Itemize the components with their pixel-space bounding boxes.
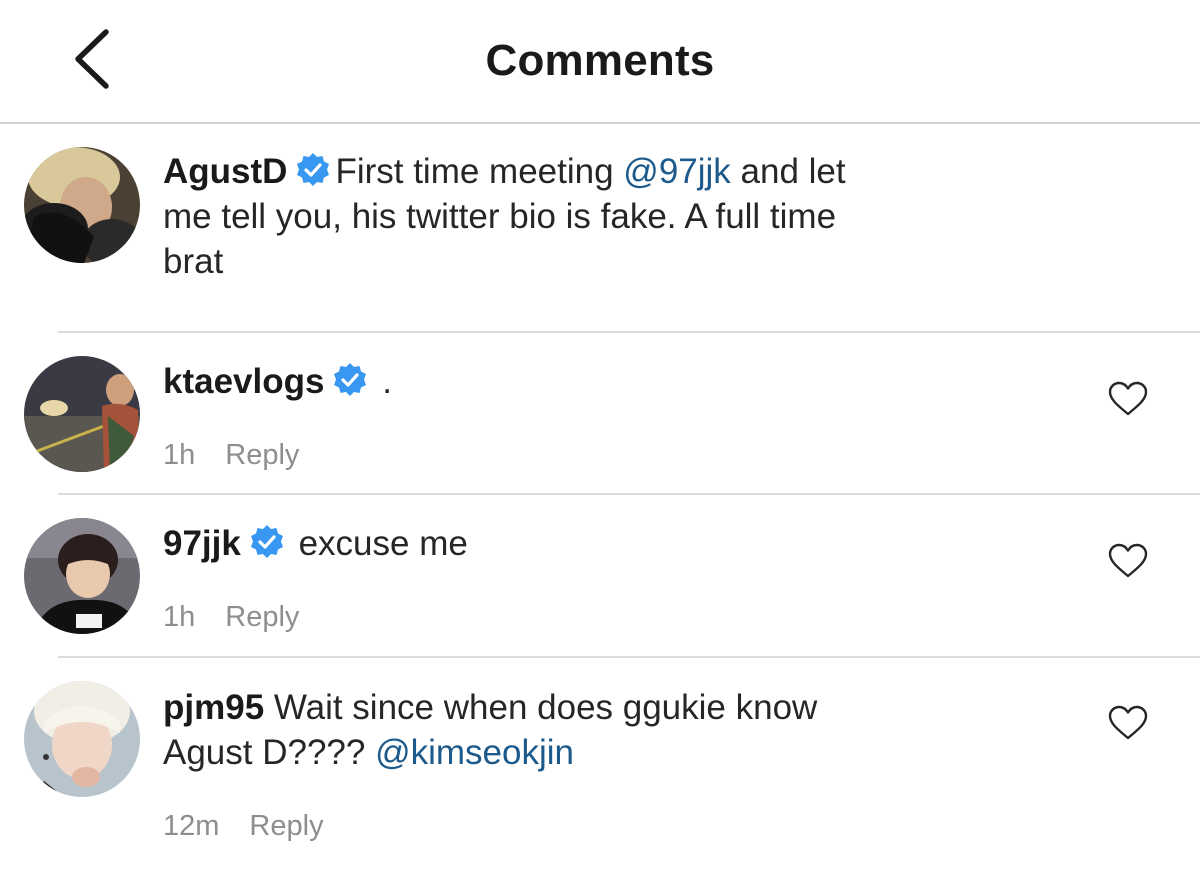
mention-kimseokjin[interactable]: @kimseokjin (375, 733, 574, 772)
verified-badge-icon (332, 362, 368, 398)
comment-text: 97jjk excuse me (163, 521, 1043, 566)
avatar-agustd[interactable] (24, 147, 140, 263)
verified-badge-icon (249, 524, 285, 560)
comment-item: 97jjk excuse me 1h Reply (0, 517, 1200, 647)
comment-item: pjm95 Wait since when does ggukie know A… (0, 681, 1200, 861)
reply-button[interactable]: Reply (225, 601, 299, 633)
mention-97jjk[interactable]: @97jjk (623, 152, 731, 191)
comment-item: ktaevlogs . 1h Reply (0, 355, 1200, 485)
username-97jjk[interactable]: 97jjk (163, 524, 241, 563)
heart-outline-icon (1108, 381, 1148, 416)
divider (58, 331, 1200, 333)
comment-text: ktaevlogs . (163, 359, 1043, 404)
comment-time: 1h (163, 601, 196, 633)
comment-time: 1h (163, 439, 196, 471)
comment-body: excuse me (298, 524, 468, 563)
comment-meta: 12m Reply (163, 810, 324, 843)
heart-outline-icon (1108, 543, 1148, 578)
like-button[interactable] (1108, 543, 1148, 579)
comment-meta: 1h Reply (163, 439, 299, 472)
username-agustd[interactable]: AgustD (163, 152, 287, 191)
comment-text: pjm95 Wait since when does ggukie know A… (163, 685, 863, 775)
verified-badge-icon (295, 152, 331, 188)
username-pjm95[interactable]: pjm95 (163, 688, 264, 727)
avatar-97jjk[interactable] (24, 518, 140, 634)
comment-body: . (382, 362, 392, 401)
divider (58, 493, 1200, 495)
caption-comment: AgustD First time meeting @97jjk and let … (0, 145, 1200, 325)
caption-body-start: First time meeting (335, 152, 624, 191)
comment-meta: 1h Reply (163, 601, 299, 634)
avatar-pjm95[interactable] (24, 681, 140, 797)
avatar-ktaevlogs[interactable] (24, 356, 140, 472)
like-button[interactable] (1108, 705, 1148, 741)
like-button[interactable] (1108, 381, 1148, 417)
reply-button[interactable]: Reply (225, 439, 299, 471)
comment-time: 12m (163, 810, 220, 842)
divider (58, 656, 1200, 658)
page-title: Comments (485, 36, 715, 85)
caption-text: AgustD First time meeting @97jjk and let … (163, 149, 903, 284)
username-ktaevlogs[interactable]: ktaevlogs (163, 362, 324, 401)
heart-outline-icon (1108, 705, 1148, 740)
header-bar: Comments (0, 0, 1200, 124)
reply-button[interactable]: Reply (249, 810, 323, 842)
